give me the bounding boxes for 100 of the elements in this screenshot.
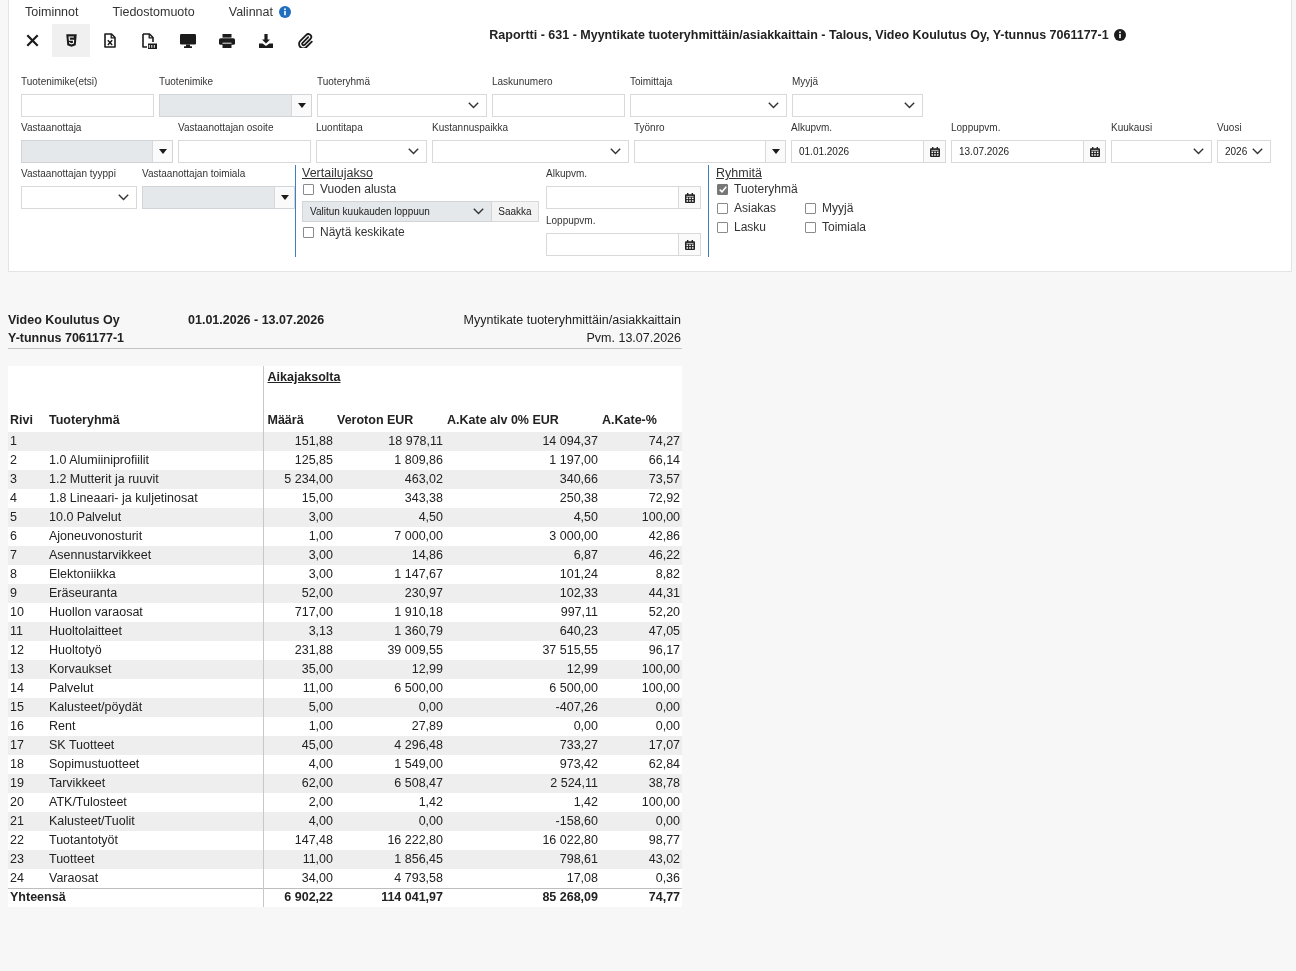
field-label: Laskunumero (492, 75, 554, 89)
report-title: Raportti - 631 - Myyntikate tuoteryhmittäin/asiakkaittain - Talous, Video Koulutus Oy, Y-tunnus 7061177-1 (489, 28, 1109, 42)
select-field[interactable] (792, 94, 923, 117)
table-cell: 343,38 (335, 489, 445, 508)
dropdown-button[interactable] (765, 141, 785, 162)
calendar-button[interactable] (1083, 141, 1105, 162)
checkbox-label[interactable]: Toimiala (822, 220, 866, 234)
until-button[interactable]: Saakka (492, 201, 539, 222)
table-cell: 11 (8, 622, 48, 641)
checkbox-label[interactable]: Lasku (734, 220, 767, 234)
checkbox[interactable] (303, 226, 314, 238)
table-cell: 14 (8, 679, 48, 698)
calendar-button[interactable] (923, 141, 945, 162)
table-cell: 43,02 (600, 850, 683, 869)
checkbox-label[interactable]: Asiakas (734, 201, 777, 215)
field-label: Loppupvm. (951, 121, 1002, 135)
total-cell: 85 268,09 (445, 888, 600, 907)
section-heading[interactable]: Vertailujakso (302, 165, 539, 181)
menu-item[interactable]: Toiminnot (8, 0, 96, 24)
table-cell: SK Tuotteet (48, 736, 263, 755)
table-cell: Tuotteet (48, 850, 263, 869)
table-cell: Tuotantotyöt (48, 831, 263, 850)
select-field[interactable] (316, 140, 427, 163)
select-field[interactable] (1111, 140, 1212, 163)
table-cell: 3 (8, 470, 48, 489)
select-field[interactable] (317, 94, 487, 117)
field-label: Kustannuspaikka (432, 121, 510, 135)
checkbox-label[interactable]: Vuoden alusta (320, 182, 397, 196)
checkbox-label[interactable]: Näytä keskikate (320, 225, 405, 239)
select-field[interactable] (21, 186, 137, 209)
table-cell: 12,99 (445, 660, 600, 679)
chevron-down-icon (408, 148, 419, 155)
table-cell: 1 549,00 (335, 755, 445, 774)
select-field[interactable] (630, 94, 787, 117)
table-cell: 798,61 (445, 850, 600, 869)
date-field[interactable]: 13.07.2026 (951, 140, 1106, 163)
table-cell: 0,00 (335, 698, 445, 717)
table-cell: 44,31 (600, 584, 683, 603)
field-label: Tuotenimike (159, 75, 215, 89)
business-id: Y-tunnus 7061177-1 (8, 330, 126, 347)
field-label: Vastaanottaja (21, 121, 83, 135)
select-field[interactable]: 2026 (1217, 140, 1271, 163)
chevron-down-icon (610, 148, 621, 155)
calendar-button[interactable] (678, 234, 700, 255)
checkbox[interactable] (717, 183, 728, 195)
table-cell: Varaosat (48, 869, 263, 888)
date-field[interactable] (546, 233, 701, 256)
select-field[interactable] (432, 140, 629, 163)
column-header: Rivi (8, 399, 48, 432)
table-cell: 6 508,47 (335, 774, 445, 793)
checkbox-label[interactable]: Myyjä (822, 201, 854, 215)
table-cell: 4 296,48 (335, 736, 445, 755)
calendar-button[interactable] (678, 187, 700, 208)
company-name: Video Koulutus Oy (8, 312, 121, 329)
menu-item[interactable]: Valinnat (211, 0, 308, 24)
table-cell: 6 500,00 (335, 679, 445, 698)
report-period: 01.01.2026 - 13.07.2026 (188, 313, 325, 327)
table-cell: -407,26 (445, 698, 600, 717)
field-label: Työnro (634, 121, 666, 135)
section-heading[interactable]: Ryhmitä (716, 165, 866, 181)
checkbox-label[interactable]: Tuoteryhmä (734, 182, 798, 196)
input-field[interactable] (178, 140, 311, 163)
field-label: Vastaanottajan tyyppi (21, 167, 117, 181)
check-icon (718, 185, 727, 193)
caret-down-icon (297, 103, 306, 108)
checkbox[interactable] (717, 221, 728, 233)
table-cell: 2 (8, 451, 48, 470)
checkbox[interactable] (805, 221, 816, 233)
table-cell: 0,00 (600, 812, 683, 831)
html-button[interactable] (52, 24, 90, 57)
table-cell: 3 000,00 (445, 527, 600, 546)
chevron-down-icon (768, 102, 779, 109)
column-header: A.Kate-% (600, 399, 683, 432)
checkbox[interactable] (805, 202, 816, 214)
field-label: Alkupvm. (791, 121, 834, 135)
input-field[interactable] (492, 94, 625, 117)
input-field[interactable] (21, 94, 154, 117)
table-cell: 23 (8, 850, 48, 869)
combo-field[interactable] (634, 140, 786, 163)
table-cell: 18 978,11 (335, 432, 445, 451)
checkbox[interactable] (717, 202, 728, 214)
table-cell: 250,38 (445, 489, 600, 508)
table-cell: 11,00 (263, 850, 335, 869)
table-cell: Tarvikkeet (48, 774, 263, 793)
checkbox[interactable] (303, 183, 314, 195)
date-field[interactable] (546, 186, 701, 209)
table-cell: 74,27 (600, 432, 683, 451)
download-icon (259, 33, 273, 48)
date-field[interactable]: 01.01.2026 (791, 140, 946, 163)
report-name: Myyntikate tuoteryhmittäin/asiakkaittain (463, 312, 681, 329)
table-cell: 15 (8, 698, 48, 717)
table-cell: 4,50 (335, 508, 445, 527)
table-cell: 73,57 (600, 470, 683, 489)
table-cell: Ajoneuvonosturit (48, 527, 263, 546)
menu-item[interactable]: Tiedostomuoto (95, 0, 212, 24)
table-cell: 2 524,11 (445, 774, 600, 793)
table-cell: 4,50 (445, 508, 600, 527)
file-x-icon (104, 33, 116, 48)
table-cell: 1.2 Mutterit ja ruuvit (48, 470, 263, 489)
table-cell: 6 500,00 (445, 679, 600, 698)
